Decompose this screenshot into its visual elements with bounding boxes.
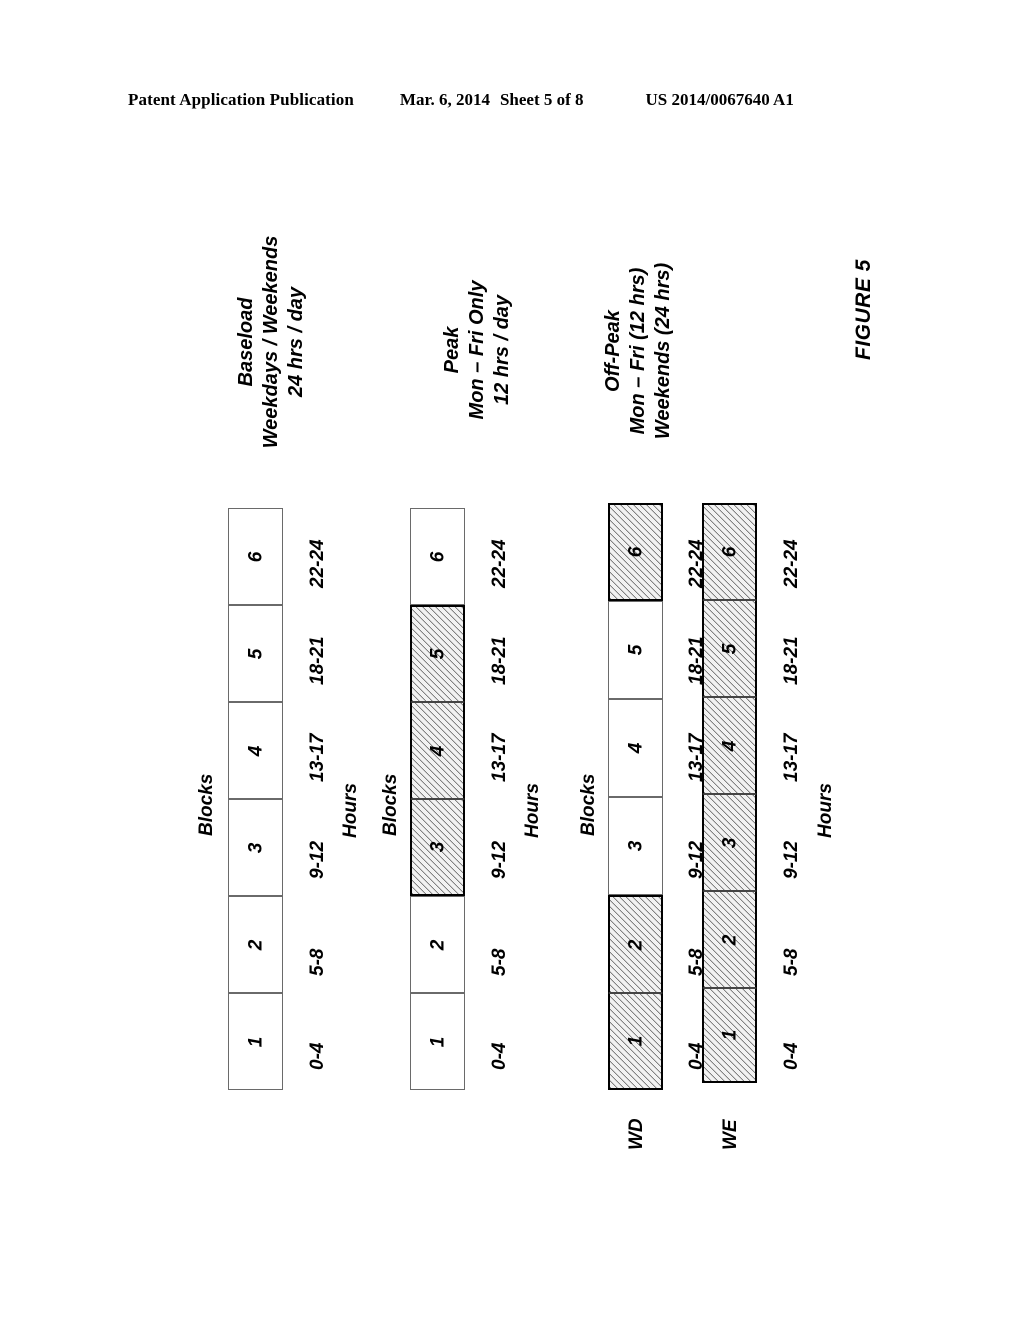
caption-line: 12 hrs / day bbox=[491, 294, 513, 406]
bar-baseload: 6 5 4 3 2 1 bbox=[228, 508, 283, 1090]
block-number: 6 bbox=[625, 546, 646, 558]
hour-label-22-24: 22-24 bbox=[307, 539, 328, 588]
block-5[interactable]: 5 bbox=[410, 605, 465, 702]
block-number: 6 bbox=[245, 551, 266, 562]
hour-label-5-8: 5-8 bbox=[781, 948, 802, 976]
row-label-wd: WD bbox=[626, 1118, 647, 1150]
block-6[interactable]: 6 bbox=[410, 508, 465, 605]
block-number: 5 bbox=[719, 643, 740, 654]
block-6[interactable]: 6 bbox=[702, 503, 757, 600]
hour-label-22-24: 22-24 bbox=[781, 539, 802, 588]
hours-axis-label-baseload: Hours bbox=[340, 783, 361, 838]
hour-label-0-4: 0-4 bbox=[489, 1042, 510, 1070]
bar-offpeak-weekend: 6 5 4 3 2 1 bbox=[702, 503, 757, 1083]
hour-label-9-12: 9-12 bbox=[307, 840, 328, 879]
caption-line: 24 hrs / day bbox=[285, 286, 307, 398]
block-2[interactable]: 2 bbox=[228, 896, 283, 993]
block-3[interactable]: 3 bbox=[702, 794, 757, 891]
block-6[interactable]: 6 bbox=[228, 508, 283, 605]
block-number: 3 bbox=[719, 837, 740, 848]
figure-5-drawing: FIGURE 5 Baseload Weekdays / Weekends 24… bbox=[0, 0, 1024, 1320]
block-2[interactable]: 2 bbox=[608, 895, 663, 993]
block-1[interactable]: 1 bbox=[702, 988, 757, 1083]
block-number: 3 bbox=[427, 841, 448, 853]
hour-label-13-17: 13-17 bbox=[307, 733, 328, 782]
block-number: 3 bbox=[245, 842, 266, 853]
block-1[interactable]: 1 bbox=[608, 993, 663, 1090]
block-1[interactable]: 1 bbox=[410, 993, 465, 1090]
block-4[interactable]: 4 bbox=[608, 699, 663, 797]
caption-line: Mon – Fri (12 hrs) bbox=[627, 267, 649, 435]
blocks-axis-label-baseload: Blocks bbox=[196, 773, 217, 836]
group-caption-peak: Peak Mon – Fri Only 12 hrs / day bbox=[440, 250, 515, 450]
caption-line: Weekends (24 hrs) bbox=[652, 262, 674, 440]
hour-label-13-17: 13-17 bbox=[781, 733, 802, 782]
hour-label-13-17: 13-17 bbox=[489, 733, 510, 782]
hour-label-18-21: 18-21 bbox=[489, 636, 510, 685]
group-caption-baseload: Baseload Weekdays / Weekends 24 hrs / da… bbox=[234, 222, 309, 462]
block-3[interactable]: 3 bbox=[608, 797, 663, 895]
caption-line: Weekdays / Weekends bbox=[260, 235, 282, 449]
block-3[interactable]: 3 bbox=[410, 799, 465, 896]
blocks-axis-label-peak: Blocks bbox=[380, 773, 401, 836]
hour-label-18-21: 18-21 bbox=[307, 636, 328, 685]
hour-label-0-4: 0-4 bbox=[307, 1042, 328, 1070]
hours-axis-label-peak: Hours bbox=[522, 783, 543, 838]
hour-label-22-24: 22-24 bbox=[489, 539, 510, 588]
block-3[interactable]: 3 bbox=[228, 799, 283, 896]
block-number: 6 bbox=[427, 551, 448, 562]
block-number: 4 bbox=[245, 745, 266, 756]
hour-label-5-8: 5-8 bbox=[489, 948, 510, 976]
caption-line: Baseload bbox=[235, 297, 257, 387]
block-number: 5 bbox=[427, 648, 448, 660]
block-2[interactable]: 2 bbox=[702, 891, 757, 988]
block-number: 1 bbox=[719, 1029, 740, 1041]
block-2[interactable]: 2 bbox=[410, 896, 465, 993]
block-number: 2 bbox=[719, 934, 740, 945]
row-label-we: WE bbox=[720, 1119, 741, 1150]
block-number: 5 bbox=[625, 644, 646, 656]
hour-label-9-12: 9-12 bbox=[781, 840, 802, 879]
block-4[interactable]: 4 bbox=[410, 702, 465, 799]
block-5[interactable]: 5 bbox=[608, 601, 663, 699]
hour-label-5-8: 5-8 bbox=[307, 948, 328, 976]
block-number: 5 bbox=[245, 648, 266, 659]
block-number: 1 bbox=[427, 1036, 448, 1047]
blocks-axis-label-offpeak: Blocks bbox=[578, 773, 599, 836]
hour-label-18-21: 18-21 bbox=[781, 636, 802, 685]
block-number: 2 bbox=[427, 939, 448, 950]
block-5[interactable]: 5 bbox=[228, 605, 283, 702]
block-number: 3 bbox=[625, 840, 646, 852]
block-4[interactable]: 4 bbox=[228, 702, 283, 799]
hour-label-0-4: 0-4 bbox=[781, 1042, 802, 1070]
block-number: 2 bbox=[625, 939, 646, 950]
block-6[interactable]: 6 bbox=[608, 503, 663, 601]
group-caption-offpeak: Off-Peak Mon – Fri (12 hrs) Weekends (24… bbox=[601, 246, 676, 456]
caption-line: Peak bbox=[441, 326, 463, 374]
hours-axis-label-offpeak: Hours bbox=[815, 783, 836, 838]
block-number: 4 bbox=[625, 742, 646, 754]
block-number: 4 bbox=[719, 740, 740, 751]
block-4[interactable]: 4 bbox=[702, 697, 757, 794]
block-number: 1 bbox=[625, 1035, 646, 1047]
hour-label-9-12: 9-12 bbox=[489, 840, 510, 879]
block-number: 2 bbox=[245, 939, 266, 950]
caption-line: Off-Peak bbox=[602, 310, 624, 392]
bar-offpeak-weekday: 6 5 4 3 2 1 bbox=[608, 503, 663, 1090]
block-number: 6 bbox=[719, 546, 740, 558]
block-number: 1 bbox=[245, 1036, 266, 1047]
block-5[interactable]: 5 bbox=[702, 600, 757, 697]
block-number: 4 bbox=[427, 745, 448, 756]
block-1[interactable]: 1 bbox=[228, 993, 283, 1090]
caption-line: Mon – Fri Only bbox=[466, 280, 488, 420]
figure-label: FIGURE 5 bbox=[852, 259, 875, 360]
bar-peak: 6 5 4 3 2 1 bbox=[410, 508, 465, 1090]
